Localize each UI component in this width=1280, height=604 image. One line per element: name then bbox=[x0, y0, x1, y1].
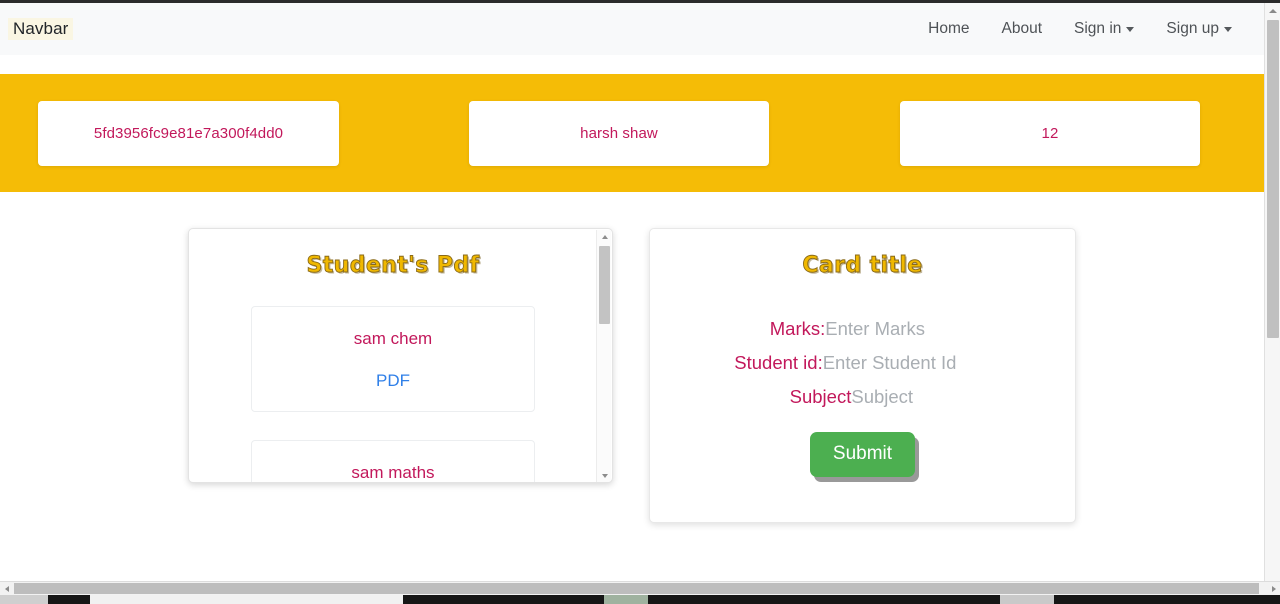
student-class-value: 12 bbox=[1041, 124, 1059, 142]
taskbar-segment bbox=[1000, 595, 1054, 604]
nav-link-sign-in-label: Sign in bbox=[1074, 20, 1122, 37]
student-pdf-list: sam chem PDF sam maths PDF bbox=[189, 306, 597, 482]
student-id-value: 5fd3956fc9e81e7a300f4dd0 bbox=[93, 124, 284, 142]
navbar-banner-gap bbox=[0, 55, 1264, 74]
chevron-down-icon bbox=[1224, 27, 1232, 32]
marks-entry-card: Card title Marks: Student id: Subject bbox=[649, 228, 1076, 523]
subject-input[interactable] bbox=[851, 386, 936, 408]
scroll-down-arrow-icon[interactable] bbox=[597, 469, 612, 482]
student-pdf-card: Student's Pdf sam chem PDF sam maths PDF bbox=[188, 228, 613, 483]
taskbar-segment bbox=[90, 595, 403, 604]
scrollbar-thumb[interactable] bbox=[599, 246, 610, 324]
nav-link-about-label: About bbox=[1001, 20, 1043, 37]
scrollbar-thumb[interactable] bbox=[1267, 20, 1279, 338]
chevron-down-icon bbox=[1126, 27, 1135, 32]
nav-link-home-label: Home bbox=[928, 20, 970, 37]
taskbar-segment bbox=[604, 595, 648, 604]
submit-button[interactable]: Submit bbox=[809, 432, 916, 477]
scrollbar-thumb[interactable] bbox=[14, 583, 1259, 594]
page-content: Navbar Home About Sign in Sign up 5fd395… bbox=[0, 3, 1264, 591]
student-id-label: Student id: bbox=[734, 352, 823, 373]
pdf-card-vertical-scrollbar[interactable] bbox=[596, 230, 612, 482]
scroll-right-arrow-icon[interactable] bbox=[1267, 582, 1280, 595]
nav-link-home[interactable]: Home bbox=[912, 14, 985, 44]
browser-viewport: Navbar Home About Sign in Sign up 5fd395… bbox=[0, 0, 1280, 604]
student-class-card: 12 bbox=[900, 100, 1200, 166]
student-id-card: 5fd3956fc9e81e7a300f4dd0 bbox=[38, 100, 339, 166]
navbar: Navbar Home About Sign in Sign up bbox=[0, 3, 1264, 55]
student-name-value: harsh shaw bbox=[580, 124, 658, 142]
navbar-brand[interactable]: Navbar bbox=[8, 18, 74, 40]
marks-entry-card-title: Card title bbox=[802, 253, 923, 279]
marks-field-row: Marks: bbox=[770, 318, 956, 340]
marks-label: Marks: bbox=[769, 318, 826, 339]
marks-entry-form: Marks: Student id: Subject bbox=[650, 318, 1075, 408]
nav-link-sign-up[interactable]: Sign up bbox=[1150, 14, 1248, 44]
nav-link-sign-up-label: Sign up bbox=[1166, 20, 1219, 37]
page-horizontal-scrollbar[interactable] bbox=[0, 581, 1280, 595]
taskbar-segment bbox=[0, 595, 48, 604]
browser-chrome-strip bbox=[0, 0, 1280, 3]
scroll-up-arrow-icon[interactable] bbox=[1265, 3, 1280, 18]
scroll-left-arrow-icon[interactable] bbox=[0, 582, 13, 595]
student-id-field-row: Student id: bbox=[734, 352, 991, 374]
nav-link-about[interactable]: About bbox=[986, 14, 1059, 44]
student-pdf-card-title: Student's Pdf bbox=[306, 253, 480, 279]
marks-input[interactable] bbox=[825, 318, 956, 340]
student-info-banner: 5fd3956fc9e81e7a300f4dd0 harsh shaw 12 bbox=[0, 74, 1264, 192]
student-pdf-card-wrapper: Student's Pdf sam chem PDF sam maths PDF bbox=[188, 228, 613, 483]
pdf-item-name: sam maths bbox=[351, 463, 435, 482]
pdf-download-link[interactable]: PDF bbox=[376, 371, 410, 390]
student-pdf-card-scroll-content: Student's Pdf sam chem PDF sam maths PDF bbox=[189, 229, 597, 482]
main-content: Student's Pdf sam chem PDF sam maths PDF bbox=[0, 192, 1264, 523]
desktop-taskbar-strip bbox=[0, 595, 1280, 604]
page-vertical-scrollbar[interactable] bbox=[1264, 3, 1280, 591]
list-item[interactable]: sam maths PDF bbox=[251, 440, 535, 482]
subject-label: Subject bbox=[789, 386, 852, 407]
submit-button-wrapper: Submit bbox=[650, 432, 1075, 477]
subject-field-row: Subject bbox=[790, 386, 936, 408]
nav-link-sign-in[interactable]: Sign in bbox=[1058, 14, 1150, 44]
navbar-links: Home About Sign in Sign up bbox=[912, 14, 1248, 44]
pdf-item-name: sam chem bbox=[353, 329, 433, 348]
student-id-input[interactable] bbox=[822, 352, 991, 374]
student-name-card: harsh shaw bbox=[469, 100, 769, 166]
list-item[interactable]: sam chem PDF bbox=[251, 306, 535, 412]
scroll-up-arrow-icon[interactable] bbox=[597, 230, 612, 244]
